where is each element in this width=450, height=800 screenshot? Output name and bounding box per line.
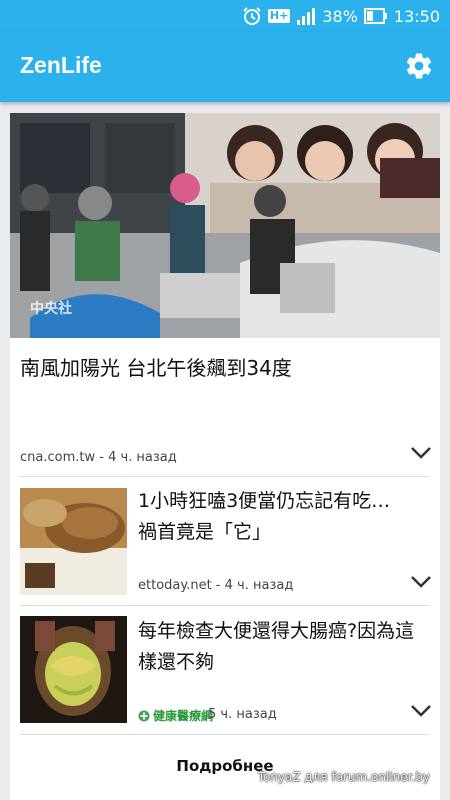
chevron-down-icon[interactable]	[410, 446, 432, 460]
app-title: ZenLife	[20, 52, 102, 78]
news-item-title[interactable]: 1小時狂嗑3便當仍忘記有吃… 禍首竟是「它」	[138, 486, 428, 548]
thumbnail-image	[20, 488, 127, 595]
news-item-time: 5 ч. назад	[208, 707, 277, 722]
chevron-down-icon[interactable]	[410, 704, 432, 718]
health-network-logo-icon	[138, 710, 150, 721]
chevron-down-icon[interactable]	[410, 575, 432, 589]
hero-news-source: cna.com.tw - 4 ч. назад	[20, 450, 177, 465]
divider	[20, 605, 430, 606]
settings-button[interactable]	[404, 51, 434, 81]
hero-photo	[10, 113, 440, 338]
divider	[20, 476, 430, 477]
alarm-clock-icon	[242, 6, 262, 26]
hero-news-image[interactable]: 中央社	[10, 113, 440, 338]
clock: 13:50	[393, 6, 440, 26]
app-bar: ZenLife	[0, 32, 450, 102]
divider	[20, 734, 430, 735]
news-item-source: ettoday.net - 4 ч. назад	[138, 578, 294, 593]
news-item-title[interactable]: 每年檢查大便還得大腸癌?因為這樣還不夠	[138, 616, 428, 678]
forum-watermark: TonyaZ для forum.onliner.by	[257, 770, 430, 784]
news-thumbnail-lunchbox[interactable]	[20, 488, 127, 595]
photo-watermark: 中央社	[30, 301, 72, 317]
battery-percent: 38%	[322, 6, 358, 26]
gear-icon	[406, 53, 432, 79]
hero-news-title[interactable]: 南風加陽光 台北午後飆到34度	[20, 353, 420, 383]
network-type-icon: H+	[267, 9, 291, 23]
status-icons: H+ 38% 13:50	[242, 5, 440, 27]
source-logo-text: 健康醫療網	[153, 709, 214, 723]
status-bar: H+ 38% 13:50	[0, 0, 450, 32]
news-feed-card: 中央社 南風加陽光 台北午後飆到34度 cna.com.tw - 4 ч. на…	[10, 113, 440, 800]
news-thumbnail-intestine[interactable]	[20, 616, 127, 723]
source-logo: 健康醫療網	[138, 707, 213, 724]
signal-strength-icon	[296, 7, 316, 25]
battery-icon	[363, 8, 388, 24]
thumbnail-image	[20, 616, 127, 723]
